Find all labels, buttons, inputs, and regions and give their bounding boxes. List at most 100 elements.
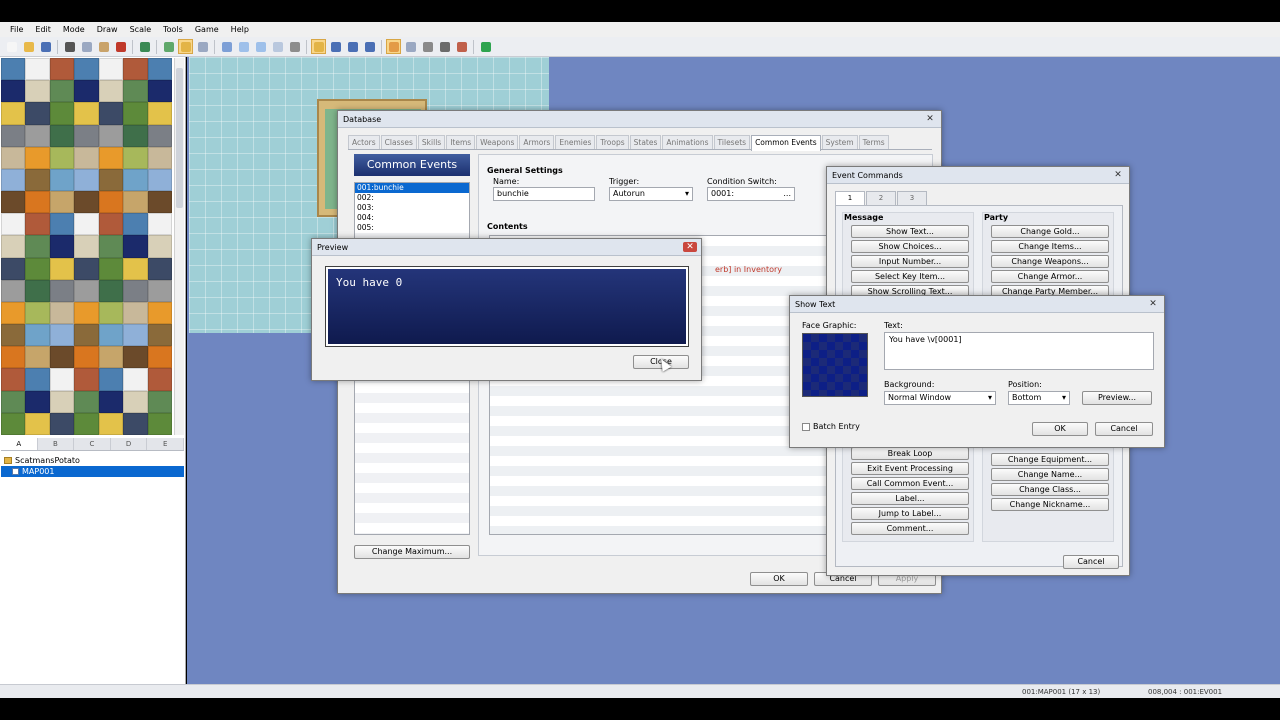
tile-swatch[interactable]	[74, 213, 99, 236]
tab-page-2[interactable]: 2	[866, 191, 896, 205]
tile-swatch[interactable]	[74, 80, 99, 103]
tile-swatch[interactable]	[147, 257, 172, 280]
tile-swatch[interactable]	[98, 102, 124, 125]
tab-page-1[interactable]: 1	[835, 191, 865, 205]
tile-swatch[interactable]	[98, 412, 124, 435]
command-select-key-item[interactable]: Select Key Item...	[851, 270, 969, 283]
tab-classes[interactable]: Classes	[380, 135, 417, 149]
background-select[interactable]: Normal Window	[884, 391, 996, 405]
tile-swatch[interactable]	[98, 257, 124, 280]
sound-test-icon[interactable]	[420, 39, 435, 54]
tile-swatch[interactable]	[123, 301, 148, 325]
command-change-weapons[interactable]: Change Weapons...	[991, 255, 1109, 268]
shadow-pen-icon[interactable]	[287, 39, 302, 54]
menu-scale[interactable]: Scale	[124, 23, 158, 37]
tile-swatch[interactable]	[49, 213, 75, 236]
tab-tilesets[interactable]: Tilesets	[713, 135, 751, 149]
tile-swatch[interactable]	[147, 390, 172, 413]
tile-swatch[interactable]	[1, 146, 26, 169]
tile-swatch[interactable]	[98, 390, 124, 413]
tile-swatch[interactable]	[74, 346, 99, 369]
tile-swatch[interactable]	[1, 80, 26, 103]
pencil-icon[interactable]	[219, 39, 234, 54]
tile-swatch[interactable]	[123, 368, 148, 391]
tile-swatch[interactable]	[147, 346, 172, 369]
command-change-items[interactable]: Change Items...	[991, 240, 1109, 253]
save-project-icon[interactable]	[38, 39, 53, 54]
menu-help[interactable]: Help	[225, 23, 255, 37]
trigger-select[interactable]: Autorun	[609, 187, 693, 201]
tile-swatch[interactable]	[98, 124, 124, 147]
tile-swatch[interactable]	[123, 412, 148, 435]
tile-swatch[interactable]	[74, 390, 99, 413]
tile-swatch[interactable]	[49, 191, 75, 214]
tile-swatch[interactable]	[1, 235, 26, 258]
zoom-1-icon[interactable]	[311, 39, 326, 54]
tile-swatch[interactable]	[49, 58, 75, 81]
rectangle-icon[interactable]	[236, 39, 251, 54]
tile-swatch[interactable]	[123, 80, 148, 103]
database-icon[interactable]	[386, 39, 401, 54]
ellipse-icon[interactable]	[253, 39, 268, 54]
tile-swatch[interactable]	[147, 324, 172, 347]
tile-swatch[interactable]	[25, 412, 50, 435]
command-break-loop[interactable]: Break Loop	[851, 447, 969, 460]
tile-swatch[interactable]	[49, 124, 75, 147]
cut-icon[interactable]	[62, 39, 77, 54]
tile-swatch[interactable]	[25, 146, 50, 169]
command-comment[interactable]: Comment...	[851, 522, 969, 535]
tile-tab-e[interactable]: E	[147, 438, 184, 450]
contents-line[interactable]: erb] in Inventory	[715, 265, 782, 274]
tile-swatch[interactable]	[1, 213, 26, 236]
tile-swatch[interactable]	[1, 168, 26, 192]
tile-swatch[interactable]	[74, 191, 99, 214]
list-item[interactable]: 002:	[355, 193, 469, 203]
tile-swatch[interactable]	[147, 146, 172, 169]
tile-swatch[interactable]	[74, 58, 99, 81]
preview-button[interactable]: Preview...	[1082, 391, 1152, 405]
tile-swatch[interactable]	[123, 279, 148, 302]
command-label[interactable]: Label...	[851, 492, 969, 505]
new-project-icon[interactable]	[4, 39, 19, 54]
close-icon[interactable]: ✕	[923, 114, 937, 124]
tile-swatch[interactable]	[74, 324, 99, 347]
open-project-icon[interactable]	[21, 39, 36, 54]
tile-swatch[interactable]	[25, 80, 50, 103]
tile-swatch[interactable]	[123, 213, 148, 236]
tab-common-events[interactable]: Common Events	[751, 135, 821, 151]
tile-swatch[interactable]	[98, 324, 124, 347]
tile-swatch[interactable]	[25, 235, 50, 258]
tile-swatch[interactable]	[147, 213, 172, 236]
batch-entry-checkbox[interactable]	[802, 423, 810, 431]
tab-weapons[interactable]: Weapons	[476, 135, 519, 149]
tile-swatch[interactable]	[98, 58, 124, 81]
plugin-icon[interactable]	[403, 39, 418, 54]
tile-swatch[interactable]	[49, 279, 75, 302]
tile-swatch[interactable]	[1, 102, 26, 125]
tab-troops[interactable]: Troops	[596, 135, 629, 149]
tree-project[interactable]: ScatmansPotato	[1, 455, 184, 466]
tile-swatch[interactable]	[49, 80, 75, 103]
command-show-text[interactable]: Show Text...	[851, 225, 969, 238]
scrollbar-thumb[interactable]	[176, 68, 183, 208]
tile-swatch[interactable]	[98, 146, 124, 169]
tile-swatch[interactable]	[49, 146, 75, 169]
cancel-button[interactable]: Cancel	[1063, 555, 1119, 569]
zoom-2-icon[interactable]	[328, 39, 343, 54]
tree-map-item[interactable]: MAP001	[1, 466, 184, 477]
close-icon[interactable]: ✕	[1111, 170, 1125, 180]
fill-icon[interactable]	[270, 39, 285, 54]
tile-swatch[interactable]	[25, 58, 50, 81]
tab-page-3[interactable]: 3	[897, 191, 927, 205]
tile-swatch[interactable]	[98, 213, 124, 236]
tile-swatch[interactable]	[25, 324, 50, 347]
tile-swatch[interactable]	[123, 235, 148, 258]
map-layer-icon[interactable]	[161, 39, 176, 54]
face-graphic-picker[interactable]	[802, 333, 868, 397]
tile-swatch[interactable]	[49, 102, 75, 125]
tile-swatch[interactable]	[123, 168, 148, 192]
tile-swatch[interactable]	[49, 390, 75, 413]
tile-swatch[interactable]	[98, 279, 124, 302]
tile-swatch[interactable]	[1, 346, 26, 369]
tile-swatch[interactable]	[147, 80, 172, 103]
